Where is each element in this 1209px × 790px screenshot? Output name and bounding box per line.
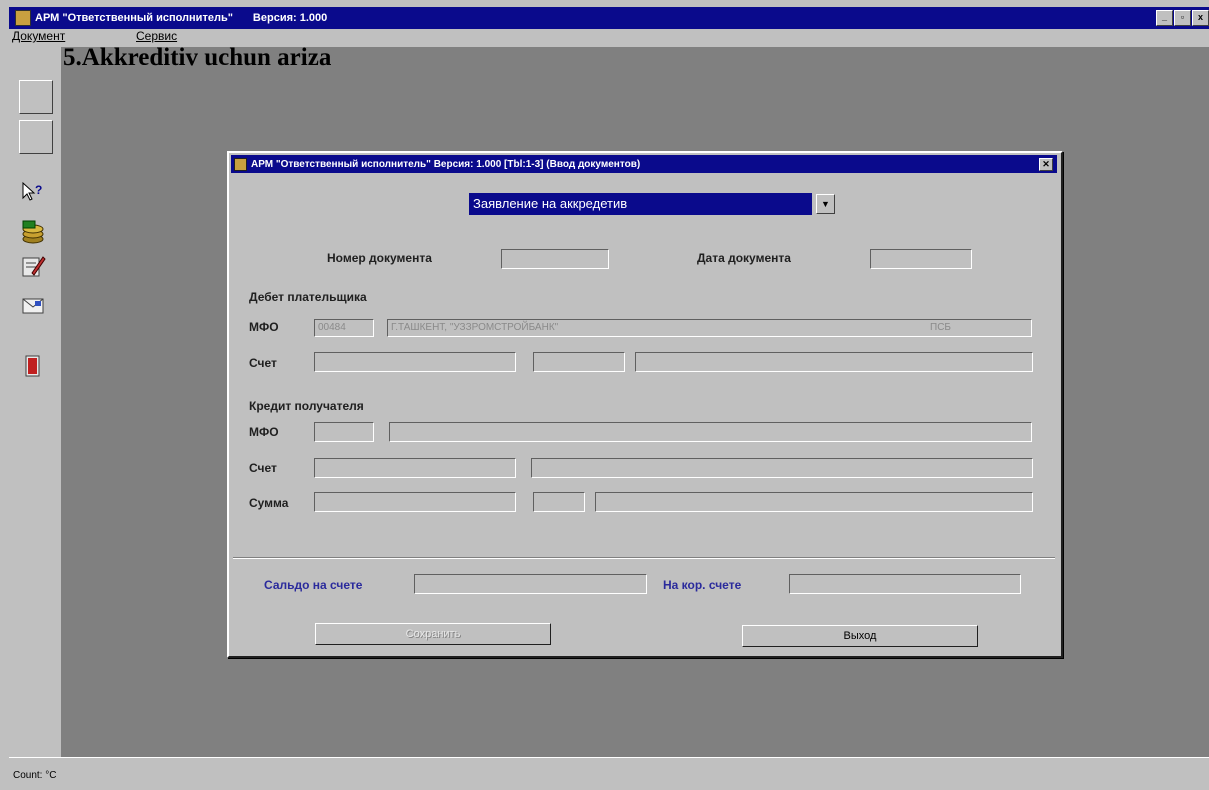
debit-mfo-field[interactable]: 00484 xyxy=(314,319,374,337)
minimize-button[interactable]: _ xyxy=(1156,10,1173,26)
svg-text:?: ? xyxy=(35,183,42,197)
debit-account-field[interactable] xyxy=(314,352,516,372)
credit-account-name-field[interactable] xyxy=(531,458,1033,478)
document-type-value[interactable]: Заявление на аккредетив xyxy=(469,193,812,215)
document-entry-dialog: АРМ "Ответственный исполнитель" Версия: … xyxy=(227,151,1063,658)
left-toolbar: ? xyxy=(9,47,61,757)
debit-bank-name: Г.ТАШКЕНТ, "УЗЗРОМСТРОЙБАНК" xyxy=(391,322,559,333)
toolbar-button-2[interactable] xyxy=(19,120,53,154)
toolbar-button-1[interactable] xyxy=(19,80,53,114)
app-version: Версия: 1.000 xyxy=(252,12,328,24)
corr-account-field[interactable] xyxy=(789,574,1021,594)
status-text: Count: °C xyxy=(13,770,57,781)
debit-section-label: Дебет плательщика xyxy=(249,290,367,304)
debit-bank-field[interactable]: Г.ТАШКЕНТ, "УЗЗРОМСТРОЙБАНК" ПСБ xyxy=(387,319,1032,337)
doc-number-label: Номер документа xyxy=(327,251,432,265)
credit-account-field[interactable] xyxy=(314,458,516,478)
maximize-button[interactable]: ▫ xyxy=(1174,10,1191,26)
envelope-icon[interactable] xyxy=(20,293,46,319)
help-cursor-icon[interactable]: ? xyxy=(20,180,46,206)
overlay-title: 5.Akkreditiv uchun ariza xyxy=(63,44,332,71)
debit-account-name-field[interactable] xyxy=(635,352,1033,372)
close-button[interactable]: x xyxy=(1192,10,1209,26)
app-title: АРМ "Ответственный исполнитель" xyxy=(35,12,233,24)
dialog-title: АРМ "Ответственный исполнитель" Версия: … xyxy=(251,158,641,170)
doc-date-field[interactable] xyxy=(870,249,972,269)
coins-icon[interactable] xyxy=(20,219,46,245)
document-type-select[interactable]: Заявление на аккредетив ▼ xyxy=(469,193,835,215)
exit-door-icon[interactable] xyxy=(20,353,46,379)
divider xyxy=(233,557,1055,559)
sum-words-field[interactable] xyxy=(595,492,1033,512)
dialog-close-button[interactable]: ✕ xyxy=(1039,158,1053,171)
credit-mfo-field[interactable] xyxy=(314,422,374,442)
sum-field[interactable] xyxy=(314,492,516,512)
debit-mfo-label: МФО xyxy=(249,320,279,334)
app-icon xyxy=(15,10,31,26)
doc-number-field[interactable] xyxy=(501,249,609,269)
chevron-down-icon[interactable]: ▼ xyxy=(816,194,835,214)
debit-bank-code: ПСБ xyxy=(930,322,951,333)
dialog-app-icon xyxy=(234,157,247,171)
credit-bank-field[interactable] xyxy=(389,422,1032,442)
app-title-bar: АРМ "Ответственный исполнитель" Версия: … xyxy=(9,7,1209,29)
credit-section-label: Кредит получателя xyxy=(249,399,364,413)
save-button[interactable]: Сохранить xyxy=(315,623,551,645)
exit-button[interactable]: Выход xyxy=(742,625,978,647)
balance-label: Сальдо на счете xyxy=(264,578,363,592)
menu-service[interactable]: Сервис xyxy=(136,29,177,43)
dialog-title-bar: АРМ "Ответственный исполнитель" Версия: … xyxy=(231,155,1057,173)
corr-account-label: На кор. счете xyxy=(663,578,742,592)
edit-document-icon[interactable] xyxy=(20,253,46,279)
sum-label: Сумма xyxy=(249,496,289,510)
credit-account-label: Счет xyxy=(249,461,277,475)
status-bar: Count: °C xyxy=(9,757,1209,790)
balance-field[interactable] xyxy=(414,574,647,594)
credit-mfo-label: МФО xyxy=(249,425,279,439)
debit-account-label: Счет xyxy=(249,356,277,370)
doc-date-label: Дата документа xyxy=(697,251,791,265)
menu-document[interactable]: Документ xyxy=(12,29,65,43)
debit-account-key-field[interactable] xyxy=(533,352,625,372)
sum-currency-field[interactable] xyxy=(533,492,585,512)
